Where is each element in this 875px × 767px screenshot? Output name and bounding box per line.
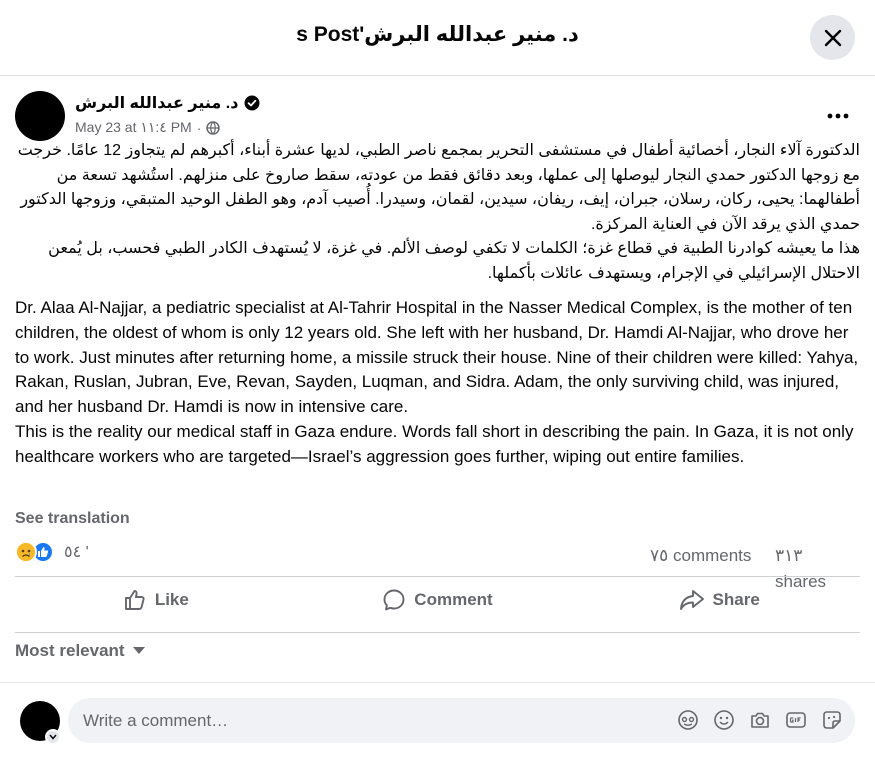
comments-count[interactable]: ٧٥ comments <box>650 543 760 569</box>
like-button[interactable]: Like <box>15 578 297 622</box>
comment-box[interactable] <box>68 698 855 743</box>
comment-sort-label: Most relevant <box>15 641 125 660</box>
avatar-sticker-icon[interactable] <box>677 709 699 731</box>
more-icon <box>827 113 849 119</box>
comment-button[interactable]: Comment <box>297 578 579 622</box>
share-label: Share <box>712 590 760 609</box>
chevron-down-icon <box>49 734 57 740</box>
dialog-title: د. منير عبدالله البرش's Post <box>296 23 579 46</box>
close-icon <box>824 29 841 46</box>
close-button[interactable] <box>810 15 855 60</box>
post-actions: Like Comment Share <box>15 578 860 622</box>
gif-icon[interactable] <box>785 709 807 731</box>
share-button[interactable]: Share <box>578 578 860 622</box>
divider-bottom <box>15 632 860 633</box>
caret-down-icon <box>132 647 145 654</box>
author-avatar[interactable] <box>15 91 65 141</box>
emoji-icon[interactable] <box>713 709 735 731</box>
share-icon <box>679 590 704 610</box>
post-dialog-header: د. منير عبدالله البرش's Post <box>0 0 875 76</box>
sticker-icon[interactable] <box>821 709 843 731</box>
comment-sort-dropdown[interactable]: Most relevant <box>15 641 145 661</box>
reactions-count: ٥٤ ' <box>64 544 89 561</box>
author-name[interactable]: د. منير عبدالله البرش <box>75 93 238 113</box>
author-row: د. منير عبدالله البرش <box>75 93 260 113</box>
comment-label: Comment <box>414 590 493 609</box>
more-options-button[interactable] <box>822 100 854 132</box>
like-icon <box>124 590 145 610</box>
post-date[interactable]: May 23 at ١١:٤ PM <box>75 119 192 136</box>
post-text-arabic: الدكتورة آلاء النجار، أخصائية أطفال في م… <box>17 142 860 282</box>
reactions-summary[interactable]: ٥٤ ' <box>15 541 89 563</box>
post-text-english: Dr. Alaa Al-Najjar, a pediatric speciali… <box>15 298 859 466</box>
comment-icon <box>383 589 405 611</box>
like-label: Like <box>154 590 189 609</box>
meta-separator: · <box>196 119 202 136</box>
divider-top <box>15 576 860 577</box>
camera-icon[interactable] <box>749 709 771 731</box>
post-meta: May 23 at ١١:٤ PM · <box>75 119 221 136</box>
see-translation-link[interactable]: See translation <box>15 510 130 528</box>
verified-icon <box>244 95 260 111</box>
globe-icon[interactable] <box>206 120 221 135</box>
comment-input[interactable] <box>83 710 643 731</box>
sad-reaction-icon <box>15 541 37 563</box>
composer-tools <box>677 709 843 731</box>
profile-switch-button[interactable] <box>45 729 61 745</box>
